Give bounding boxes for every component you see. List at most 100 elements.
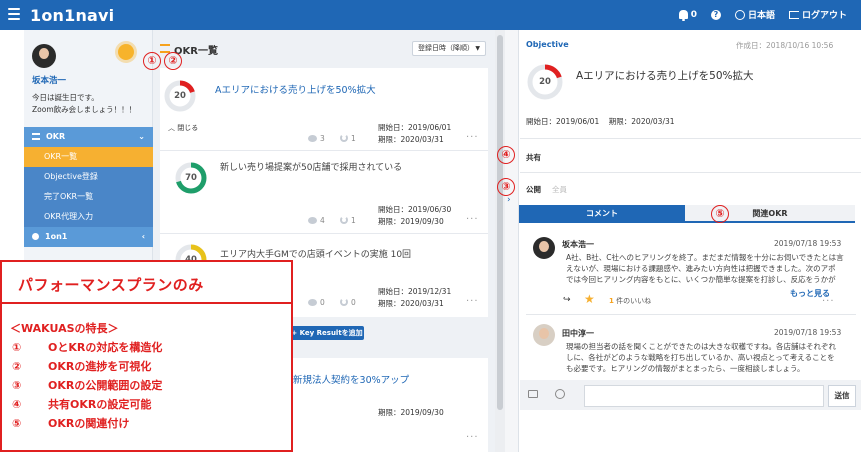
chevron-left-icon: ‹ <box>141 232 145 241</box>
scrollbar-thumb[interactable] <box>497 35 503 410</box>
menu-icon[interactable] <box>8 8 20 20</box>
feature-item: ③ OKRの公開範囲の設定 <box>12 377 162 393</box>
sidebar-item-okr[interactable]: OKR ⌄ <box>24 127 153 147</box>
sidebar-item-okr-list[interactable]: OKR一覧 <box>24 147 153 167</box>
marker-2: ② <box>164 52 182 70</box>
feature-number: ① <box>12 341 22 354</box>
more-options-icon[interactable]: ··· <box>822 296 835 307</box>
like-label: 件のいいね <box>616 297 652 305</box>
comment-author[interactable]: 田中淳一 <box>562 328 594 339</box>
comment-count[interactable]: 3 <box>308 134 325 143</box>
feature-item: ⑤ OKRの関連付け <box>12 415 129 431</box>
objective-title: Aエリアにおける売り上げを50%拡大 <box>576 70 754 82</box>
add-key-result-button[interactable]: + Key Resultを追加 <box>290 326 364 340</box>
shared-label: 共有 <box>526 153 541 162</box>
notification-button[interactable]: 0 <box>678 9 697 21</box>
more-options-icon[interactable]: ··· <box>466 214 479 225</box>
marker-3: ③ <box>497 178 515 196</box>
comment-input[interactable] <box>584 385 824 407</box>
comment-line: では今回ヒアリング内容をもとに、いくつか簡単な提案を打診し、反応をうかが <box>566 275 836 284</box>
more-options-icon[interactable]: ··· <box>466 432 479 443</box>
reaction-count[interactable]: 0 <box>340 298 356 307</box>
sidebar-item-okr-proxy[interactable]: OKR代理入力 <box>24 207 153 227</box>
okr-title[interactable]: エリア内大手GMでの店頭イベントの実施 10回 <box>220 247 411 260</box>
created-date: 作成日：2018/10/16 10:56 <box>736 41 834 50</box>
comment-author[interactable]: 坂本浩一 <box>562 239 594 250</box>
okr-title[interactable]: 新しい売り場提案が50店舗で採用されている <box>220 160 402 173</box>
sidebar-item-label: OKR一覧 <box>44 152 78 161</box>
tab-comment[interactable]: コメント <box>519 205 685 223</box>
sidebar-item-objective-register[interactable]: Objective登録 <box>24 167 153 187</box>
divider <box>520 138 861 139</box>
app-logo[interactable]: 1on1navi <box>30 6 114 25</box>
avatar[interactable] <box>533 237 555 259</box>
help-button[interactable]: ? <box>710 9 721 20</box>
sidebar-item-label: 完了OKR一覧 <box>44 192 94 201</box>
avatar[interactable] <box>32 44 56 68</box>
image-icon[interactable] <box>528 390 538 398</box>
language-button[interactable]: 日本語 <box>734 8 775 21</box>
comment-count-value: 3 <box>320 134 325 143</box>
feature-text: OとKRの対応を構造化 <box>48 341 163 354</box>
like-count[interactable]: 1 件のいいね <box>609 296 651 306</box>
reaction-count[interactable]: 1 <box>340 216 356 225</box>
public-scope[interactable]: 全員 <box>552 184 567 195</box>
sun-icon <box>118 44 134 60</box>
list-icon <box>160 44 170 53</box>
start-date: 開始日：2019/06/01 <box>378 123 452 132</box>
status-message-line2: Zoom飲み会しましょう！！！ <box>32 105 137 114</box>
marker-4: ④ <box>497 146 515 164</box>
user-name[interactable]: 坂本浩一 <box>32 74 66 86</box>
end-date: 期限：2019/09/30 <box>378 408 444 417</box>
sort-dropdown[interactable]: 登録日時（降順） ▼ <box>412 41 486 56</box>
collapse-label: 閉じる <box>177 124 199 132</box>
okr-title[interactable]: Aエリアにおける売り上げを50%拡大 <box>215 82 376 96</box>
logout-label: ログアウト <box>801 11 847 21</box>
send-button[interactable]: 送信 <box>828 385 856 407</box>
check-circle-icon <box>32 233 39 240</box>
sidebar-item-1on1[interactable]: 1on1 ‹ <box>24 227 153 247</box>
okr-title[interactable]: 5新規法人契約を30%アップ <box>287 372 409 386</box>
public-label: 公開 <box>526 185 541 194</box>
reaction-count[interactable]: 1 <box>340 134 356 143</box>
comment-icon <box>308 135 317 142</box>
emoji-icon[interactable] <box>555 389 565 399</box>
reaction-icon <box>340 134 348 142</box>
sidebar-item-label: OKR <box>46 132 66 141</box>
comment-count[interactable]: 0 <box>308 298 325 307</box>
feature-number: ⑤ <box>12 417 22 430</box>
comment-icon <box>308 217 317 224</box>
reply-icon[interactable]: ↪ <box>563 295 571 305</box>
star-icon[interactable]: ★ <box>584 292 595 306</box>
comment-count-value: 0 <box>320 298 325 307</box>
page-title: OKR一覧 <box>174 46 218 57</box>
progress-value: 20 <box>539 77 551 87</box>
divider <box>526 314 856 315</box>
more-options-icon[interactable]: ··· <box>466 296 479 307</box>
bell-icon <box>678 10 688 21</box>
progress-value: 20 <box>174 91 186 101</box>
feature-text: OKRの進捗を可視化 <box>48 360 152 373</box>
callout-title: パフォーマンスプランのみ <box>18 276 204 294</box>
callout-heading: ＜WAKUASの特長＞ <box>10 322 119 335</box>
start-date: 開始日：2019/06/01 <box>526 117 600 126</box>
end-date: 期限：2020/03/31 <box>378 299 444 308</box>
more-options-icon[interactable]: ··· <box>466 132 479 143</box>
end-date: 期限：2020/03/31 <box>608 117 675 126</box>
notification-count: 0 <box>690 9 697 20</box>
comment-date: 2019/07/18 19:53 <box>774 239 842 248</box>
chevron-right-icon[interactable]: › <box>507 195 511 205</box>
end-date: 期限：2019/09/30 <box>378 217 444 226</box>
avatar[interactable] <box>533 324 555 346</box>
feature-item: ① OとKRの対応を構造化 <box>12 339 162 355</box>
sidebar-item-completed-okr[interactable]: 完了OKR一覧 <box>24 187 153 207</box>
feature-number: ④ <box>12 398 22 411</box>
comment-icon <box>308 299 317 306</box>
sort-label: 登録日時（降順） <box>418 44 474 52</box>
comment-count[interactable]: 4 <box>308 216 325 225</box>
globe-icon <box>734 9 745 20</box>
logout-button[interactable]: ログアウト <box>788 8 847 21</box>
collapse-button[interactable]: ︿ 閉じる <box>168 123 198 133</box>
progress-value: 70 <box>185 173 197 183</box>
end-date: 期限：2020/03/31 <box>378 135 444 144</box>
